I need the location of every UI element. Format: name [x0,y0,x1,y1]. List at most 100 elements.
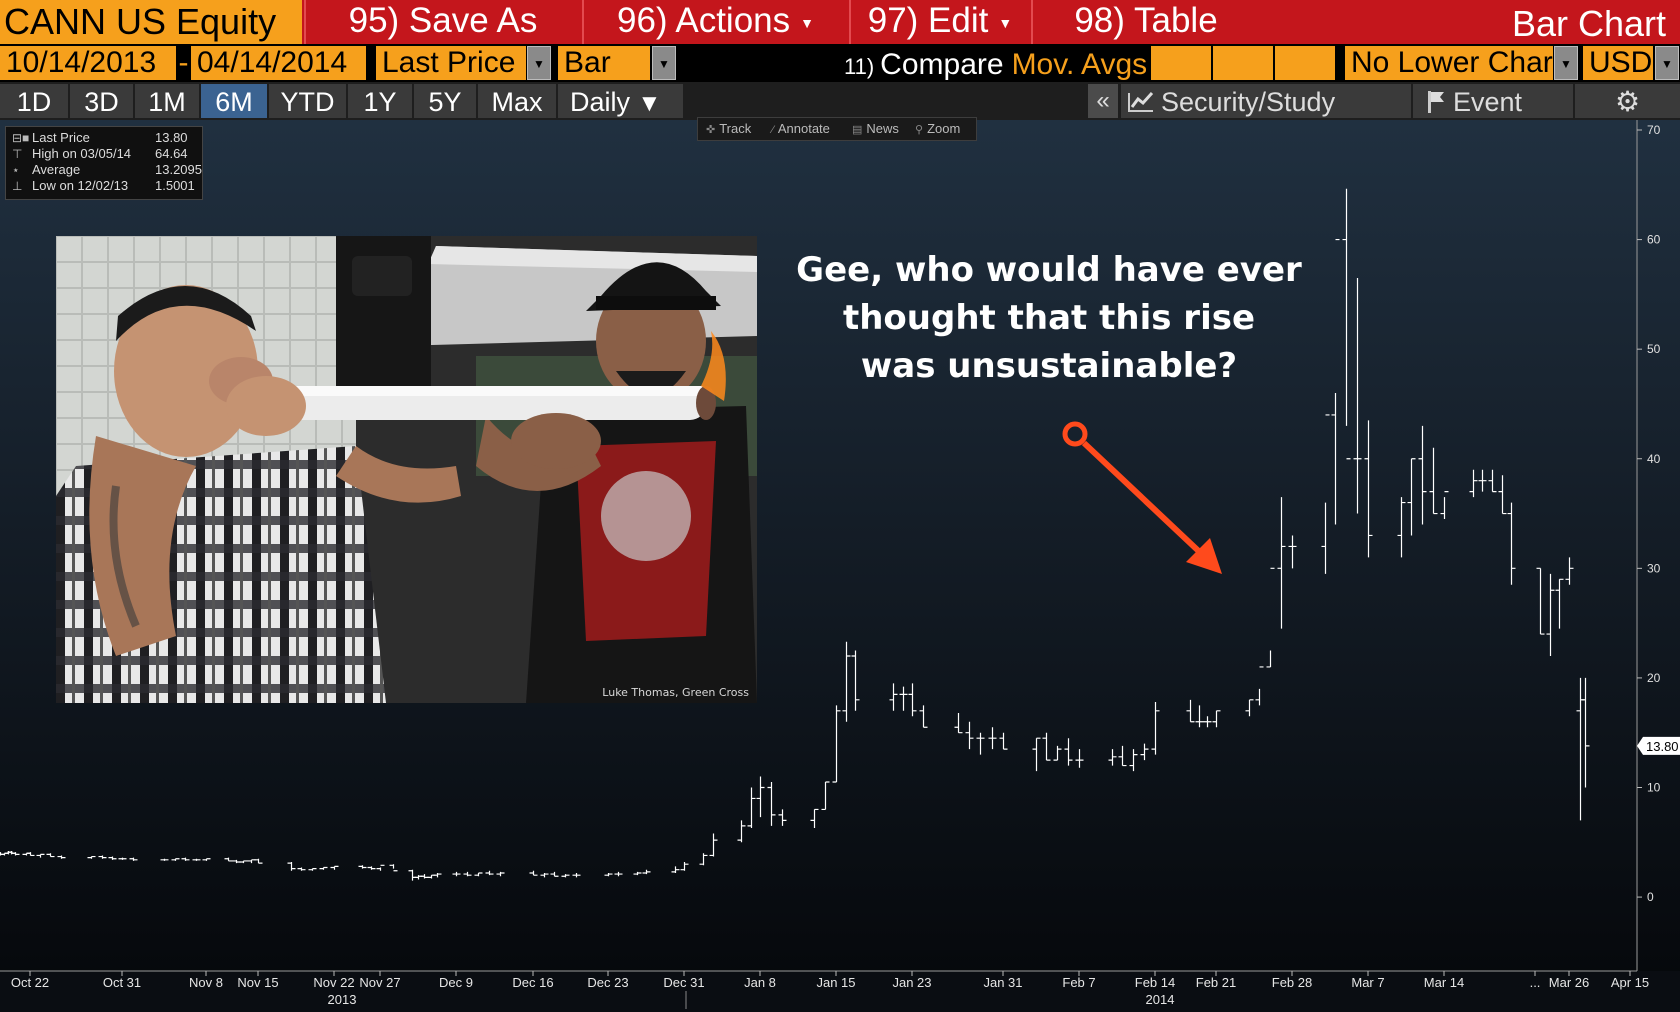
ohlc-bar [408,869,417,881]
ohlc-bar [1331,238,1340,525]
edit-menu[interactable]: 97) Edit ▼ [849,0,1029,44]
settings-bar: 10/14/2013 - 04/14/2014 Last Price ▼ Bar… [0,44,1680,82]
tab-max[interactable]: Max [478,84,556,118]
photo-scene [56,236,757,703]
table-label: 98) Table [1074,1,1218,40]
field-select[interactable]: Last Price [376,46,526,80]
tab-1d[interactable]: 1D [0,84,68,118]
field-dropdown-icon[interactable]: ▼ [527,46,551,80]
ohlc-bar [1546,573,1555,656]
table-button[interactable]: 98) Table [1031,0,1259,44]
frequency-select[interactable]: Daily ▼ [558,84,683,118]
ohlc-bar [330,865,339,870]
pencil-icon: ⁄ [772,124,774,136]
legend-low-value: 1.5001 [155,178,195,193]
ohlc-bar [1075,749,1084,768]
x-tick-label: Jan 8 [744,975,776,990]
lower-chart-select[interactable]: No Lower Chart [1345,46,1561,80]
ohlc-bar [756,776,765,818]
ohlc-bar [1507,502,1516,585]
currency-dropdown-icon[interactable]: ▼ [1655,46,1679,80]
annotate-button[interactable]: ⁄ Annotate [772,120,830,138]
style-dropdown-icon[interactable]: ▼ [652,46,676,80]
ohlc-bar [988,727,997,750]
tab-6m[interactable]: 6M [201,84,267,118]
tab-ytd[interactable]: YTD [269,84,346,118]
empty-field-2[interactable] [1213,46,1273,80]
frequency-label: Daily [570,87,631,117]
legend-high-value: 64.64 [155,146,188,161]
ohlc-bar [1498,475,1507,515]
tab-3d[interactable]: 3D [70,84,133,118]
compare-label: Compare [880,48,1004,81]
zoom-button[interactable]: ⚲ Zoom [915,120,960,138]
ohlc-bar [202,858,211,861]
end-date-field[interactable]: 04/14/2014 [191,46,366,80]
ohlc-bar [851,650,860,711]
security-study-button[interactable]: Security/Study [1121,84,1411,118]
ohlc-bar [1255,666,1264,706]
event-button[interactable]: Event [1413,84,1573,118]
ohlc-bar [1321,414,1330,574]
x-tick-label: Feb 21 [1196,975,1236,990]
ohlc-bar [1353,277,1362,514]
news-button[interactable]: ▤ News [852,120,899,138]
collapse-toolbar-button[interactable]: « [1088,84,1118,118]
ohlc-bar [452,871,461,877]
ohlc-bar [1555,578,1564,629]
legend-avg-row: ⋆ Average 13.2095 [12,162,202,178]
x-tick-label: Mar 7 [1351,975,1384,990]
y-tick-label: 60 [1647,233,1661,247]
lower-chart-dropdown-icon[interactable]: ▼ [1554,46,1578,80]
ohlc-bar [1118,745,1127,767]
ohlc-bar [232,859,241,864]
average-marker-icon: ⋆ [12,163,20,177]
tab-1m[interactable]: 1M [135,84,199,118]
ohlc-bar [1212,710,1221,728]
compare-button[interactable]: 11) Compare Mov. Avgs [844,46,1148,81]
ohlc-bar [26,852,35,857]
tab-1y[interactable]: 1Y [348,84,412,118]
news-label: News [866,121,899,136]
x-tick-label: Dec 9 [439,975,473,990]
start-date-field[interactable]: 10/14/2013 [0,46,176,80]
ohlc-bar [1140,743,1149,761]
inset-photo: Luke Thomas, Green Cross [56,236,757,703]
actions-menu[interactable]: 96) Actions ▼ [582,0,847,44]
annotation-line-1: Gee, who would have ever [796,250,1302,290]
collapse-square-icon[interactable]: ⊟■ [12,130,32,146]
empty-field-3[interactable] [1275,46,1335,80]
gear-icon[interactable]: ⚙ [1575,84,1680,118]
style-select[interactable]: Bar [558,46,650,80]
mov-avgs-button[interactable]: Mov. Avgs [1012,48,1148,81]
save-as-button[interactable]: 95) Save As [304,0,580,44]
ohlc-bar [572,872,581,878]
y-tick-label: 50 [1647,342,1661,356]
security-ticker[interactable]: CANN US Equity [0,0,302,44]
ohlc-bar [46,853,55,858]
zoom-label: Zoom [927,121,961,136]
ohlc-bar [778,809,787,826]
ohlc-bar [1277,497,1286,629]
tab-5y[interactable]: 5Y [414,84,476,118]
ohlc-bar [976,732,985,755]
x-tick-label: Feb 28 [1272,975,1312,990]
ohlc-bar [1488,469,1497,493]
ohlc-bar [1245,699,1254,717]
legend-high-label: High on 03/05/14 [32,146,132,161]
legend-high-row: ⊤ High on 03/05/14 64.64 [12,146,188,162]
ohlc-bar [550,871,559,877]
ohlc-bar [561,874,570,878]
ohlc-bar [737,820,746,843]
low-marker-icon: ⊥ [12,179,23,193]
annotate-label: Annotate [777,121,830,136]
ohlc-bar [999,732,1008,750]
x-tick-label: Oct 31 [103,975,141,990]
track-button[interactable]: ✜ Track [706,120,751,138]
crosshair-icon: ✜ [706,124,716,136]
empty-field-1[interactable] [1151,46,1211,80]
ohlc-bar [1053,745,1062,761]
ohlc-bar [376,864,385,871]
currency-select[interactable]: USD [1583,46,1653,80]
x-tick-label: Nov 15 [237,975,278,990]
